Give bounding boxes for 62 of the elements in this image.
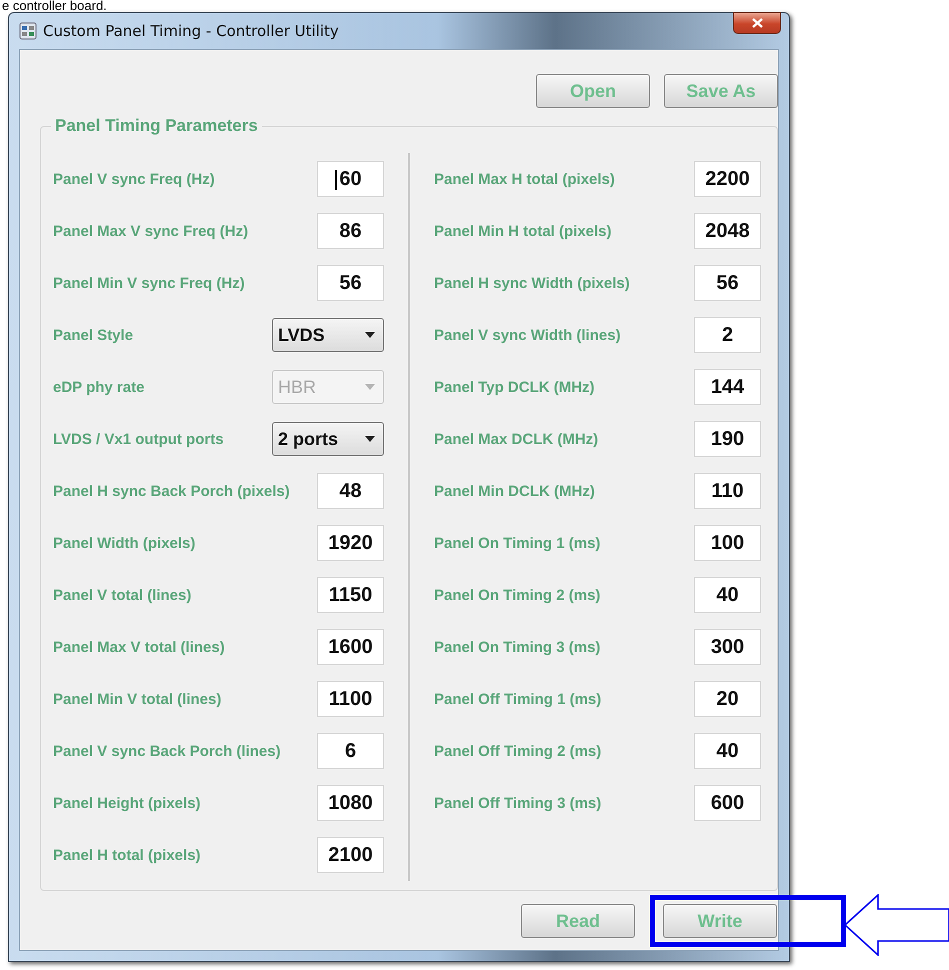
input-field[interactable]: 40 <box>694 733 761 769</box>
input-field[interactable]: 40 <box>694 577 761 613</box>
input-field[interactable]: 1600 <box>317 629 384 665</box>
field-label: Panel Min V sync Freq (Hz) <box>53 274 245 292</box>
input-field[interactable]: 20 <box>694 681 761 717</box>
input-field[interactable]: 110 <box>694 473 761 509</box>
field-label: Panel Style <box>53 326 134 344</box>
input-field[interactable]: 2048 <box>694 213 761 249</box>
field-label: Panel Off Timing 2 (ms) <box>434 742 602 760</box>
field-label: Panel On Timing 2 (ms) <box>434 586 600 604</box>
input-field[interactable]: 100 <box>694 525 761 561</box>
input-field[interactable]: 86 <box>317 213 384 249</box>
field-label: Panel V sync Width (lines) <box>434 326 621 344</box>
dropdown[interactable]: LVDS <box>272 318 384 352</box>
input-field[interactable]: 190 <box>694 421 761 457</box>
caret-icon <box>365 332 375 338</box>
app-icon <box>19 22 37 40</box>
field-label: Panel Min H total (pixels) <box>434 222 612 240</box>
input-field[interactable]: 1920 <box>317 525 384 561</box>
field-label: Panel Max H total (pixels) <box>434 170 615 188</box>
caret-icon <box>365 436 375 442</box>
input-field[interactable]: 1080 <box>317 785 384 821</box>
field-label: Panel Off Timing 1 (ms) <box>434 690 602 708</box>
close-button[interactable] <box>733 12 781 34</box>
field-label: Panel Width (pixels) <box>53 534 196 552</box>
field-label: Panel Max DCLK (MHz) <box>434 430 598 448</box>
input-field[interactable]: 56 <box>317 265 384 301</box>
input-field[interactable]: 60 <box>317 161 384 197</box>
field-label: Panel H sync Back Porch (pixels) <box>53 482 290 500</box>
dropdown[interactable]: 2 ports <box>272 422 384 456</box>
window-title: Custom Panel Timing - Controller Utility <box>43 22 339 40</box>
input-field[interactable]: 300 <box>694 629 761 665</box>
field-label: Panel V total (lines) <box>53 586 192 604</box>
field-label: Panel V sync Freq (Hz) <box>53 170 215 188</box>
input-field[interactable]: 48 <box>317 473 384 509</box>
field-label: Panel H total (pixels) <box>53 846 201 864</box>
caption-text: e controller board. <box>1 0 108 12</box>
field-label: Panel Off Timing 3 (ms) <box>434 794 602 812</box>
field-label: Panel On Timing 3 (ms) <box>434 638 600 656</box>
input-field[interactable]: 56 <box>694 265 761 301</box>
field-label: LVDS / Vx1 output ports <box>53 430 224 448</box>
field-label: Panel Min V total (lines) <box>53 690 222 708</box>
input-field[interactable]: 144 <box>694 369 761 405</box>
close-icon <box>752 18 762 28</box>
field-label: Panel H sync Width (pixels) <box>434 274 630 292</box>
field-label: Panel Height (pixels) <box>53 794 201 812</box>
group-title: Panel Timing Parameters <box>51 116 262 136</box>
input-field[interactable]: 1100 <box>317 681 384 717</box>
field-label: Panel On Timing 1 (ms) <box>434 534 600 552</box>
input-field[interactable]: 2 <box>694 317 761 353</box>
field-label: Panel V sync Back Porch (lines) <box>53 742 281 760</box>
field-label: Panel Max V sync Freq (Hz) <box>53 222 248 240</box>
input-field[interactable]: 1150 <box>317 577 384 613</box>
input-field[interactable]: 6 <box>317 733 384 769</box>
input-field[interactable]: 600 <box>694 785 761 821</box>
input-field[interactable]: 2100 <box>317 837 384 873</box>
field-label: Panel Min DCLK (MHz) <box>434 482 595 500</box>
field-label: eDP phy rate <box>53 378 144 396</box>
caret-icon <box>365 384 375 390</box>
field-label: Panel Typ DCLK (MHz) <box>434 378 595 396</box>
field-label: Panel Max V total (lines) <box>53 638 225 656</box>
input-field[interactable]: 2200 <box>694 161 761 197</box>
